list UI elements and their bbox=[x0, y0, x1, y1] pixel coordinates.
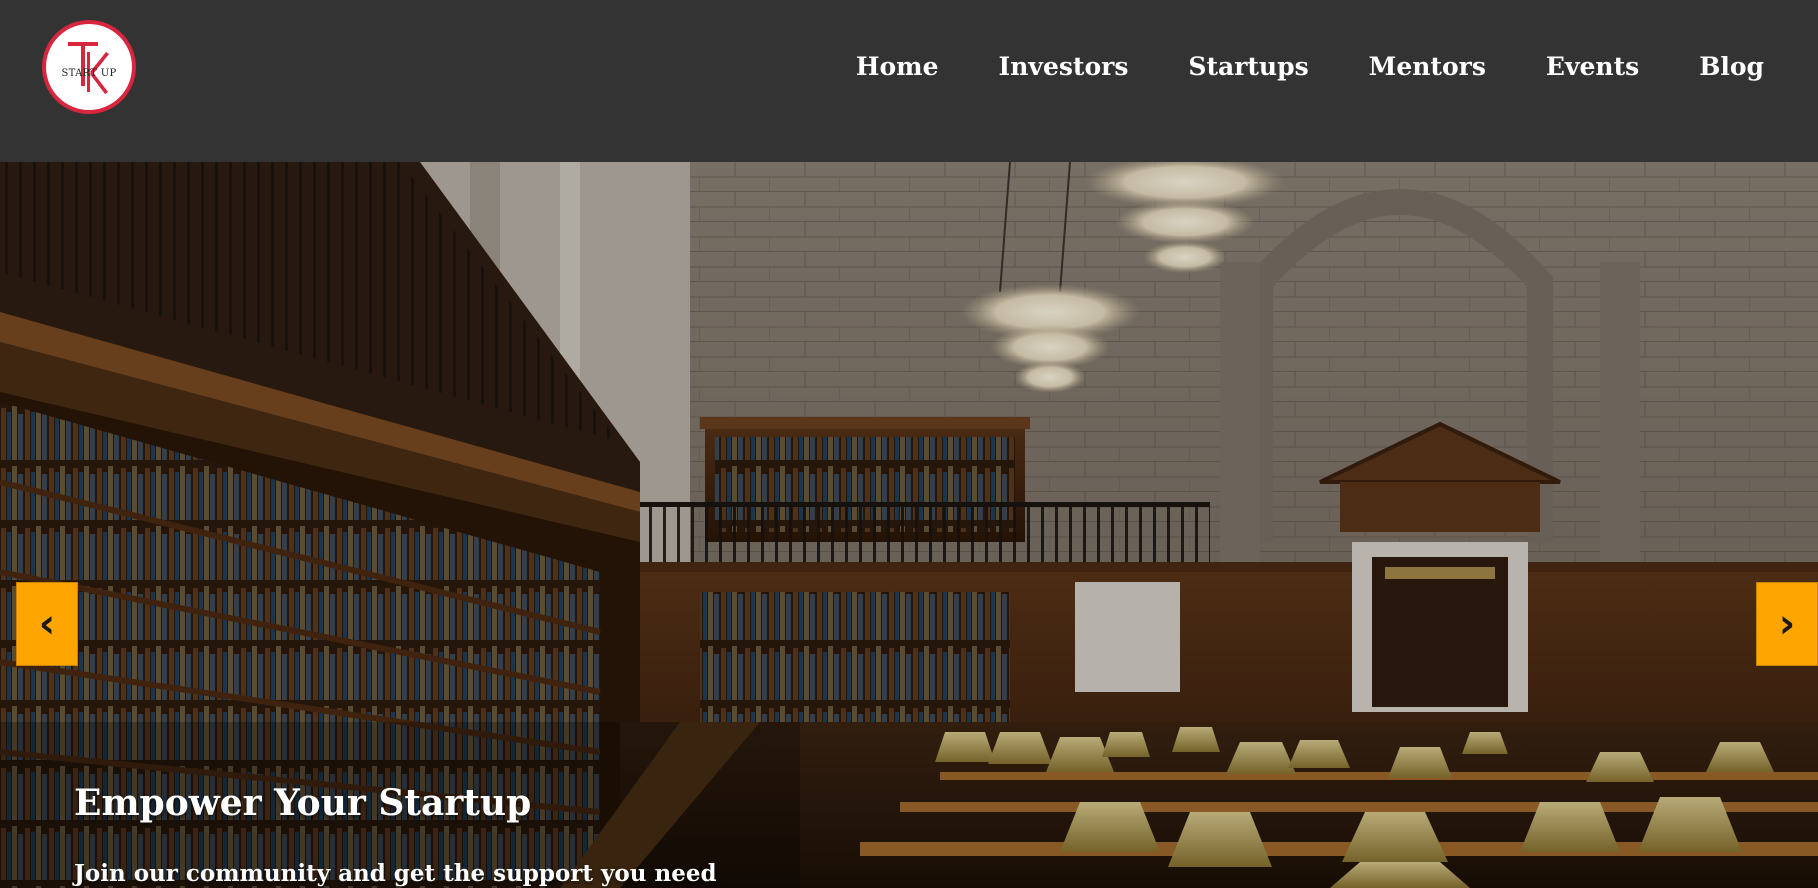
main-nav: Home Investors Startups Mentors Events B… bbox=[796, 50, 1764, 84]
nav-item-home[interactable]: Home bbox=[856, 50, 939, 84]
library-hero-image bbox=[0, 162, 1818, 888]
nav-item-blog[interactable]: Blog bbox=[1699, 50, 1764, 84]
brand-logo[interactable]: START UP bbox=[42, 20, 136, 114]
nav-item-investors[interactable]: Investors bbox=[999, 50, 1129, 84]
site-header: START UP Home Investors Startups Mentors… bbox=[0, 0, 1818, 162]
logo-text: START UP bbox=[61, 68, 117, 79]
nav-item-mentors[interactable]: Mentors bbox=[1369, 50, 1486, 84]
hero-title: Empower Your Startup bbox=[74, 782, 532, 824]
nav-item-events[interactable]: Events bbox=[1546, 50, 1639, 84]
carousel-prev-button[interactable]: ‹ bbox=[16, 582, 78, 666]
hero-carousel: Empower Your Startup Join our community … bbox=[0, 162, 1818, 888]
nav-item-startups[interactable]: Startups bbox=[1188, 50, 1308, 84]
chevron-right-icon: › bbox=[1778, 601, 1796, 647]
chevron-left-icon: ‹ bbox=[38, 601, 56, 647]
carousel-next-button[interactable]: › bbox=[1756, 582, 1818, 666]
hero-subtitle: Join our community and get the support y… bbox=[74, 860, 717, 887]
logo-monogram-icon bbox=[68, 42, 109, 94]
